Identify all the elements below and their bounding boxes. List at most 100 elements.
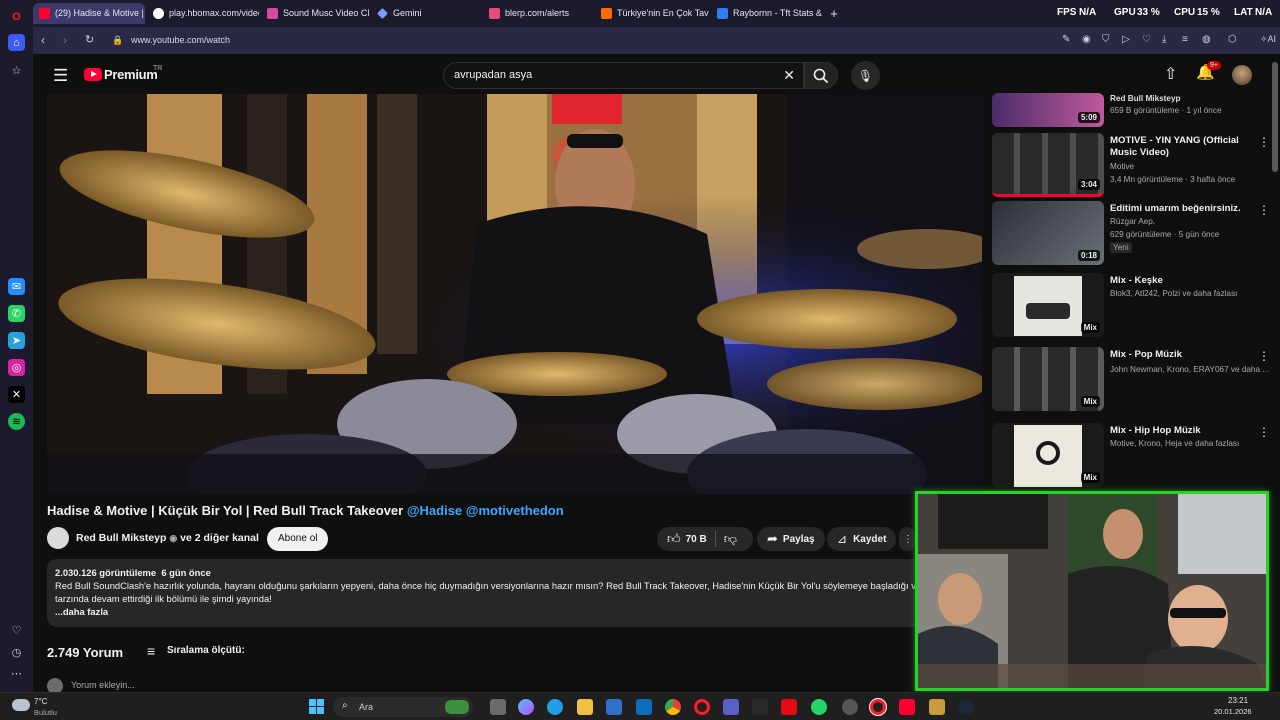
clock-time[interactable]: 23:21 bbox=[1228, 696, 1248, 705]
reco-item[interactable]: Mix Mix - Pop Müzik John Newman, Krono, … bbox=[992, 347, 1280, 413]
reco-channel[interactable]: Motive bbox=[1110, 162, 1134, 171]
reco-item[interactable]: Mix Mix - Hip Hop Müzik Motive, Krono, H… bbox=[992, 423, 1280, 489]
url-field[interactable]: www.youtube.com/watch bbox=[131, 35, 230, 45]
forward-icon[interactable]: › bbox=[63, 33, 67, 47]
tab-raybornn[interactable]: Raybornn - Tft Stats & Too bbox=[711, 3, 823, 24]
reco-channel[interactable]: Motive, Krono, Heja ve daha fazlası bbox=[1110, 439, 1239, 448]
netflix-icon[interactable] bbox=[781, 699, 797, 715]
channel-name[interactable]: Red Bull Miksteyp ◉ ve 2 diğer kanal bbox=[76, 532, 259, 544]
tab-blerp[interactable]: blerp.com/alerts bbox=[483, 3, 595, 24]
taskbar-search[interactable]: ⌕ Ara bbox=[333, 697, 473, 717]
tab-hbomax[interactable]: play.hbomax.com/video/w bbox=[147, 3, 259, 24]
tab-hepsiburada[interactable]: Türkiye'nin En Çok Tavsiye bbox=[595, 3, 709, 24]
reco-item[interactable]: Mix Mix - Keşke Blok3, Atl242, Polzi ve … bbox=[992, 273, 1280, 339]
instagram-icon[interactable]: ◎ bbox=[8, 359, 25, 376]
more-actions-button[interactable]: ⋮ bbox=[899, 527, 915, 551]
mention-motive[interactable]: @motivethedon bbox=[466, 503, 564, 518]
camera-icon[interactable]: ◉ bbox=[1082, 34, 1091, 45]
search-button[interactable] bbox=[804, 62, 838, 89]
opera-gx-icon[interactable] bbox=[869, 698, 887, 716]
shield-icon[interactable]: ⛉ bbox=[1102, 34, 1110, 45]
chrome-icon[interactable] bbox=[665, 699, 681, 715]
tab-gemini[interactable]: Gemini bbox=[371, 3, 481, 24]
mention-hadise[interactable]: @Hadise bbox=[407, 503, 462, 518]
star-icon[interactable]: ☆ bbox=[8, 62, 25, 79]
like-count[interactable]: 70 B bbox=[686, 534, 707, 545]
description-box[interactable]: 2.030.126 görüntüleme 6 gün önce Red Bul… bbox=[47, 559, 982, 627]
kebab-menu-icon[interactable]: ⋮ bbox=[1258, 135, 1270, 149]
start-button[interactable] bbox=[309, 699, 325, 715]
youtube-taskbar-icon[interactable] bbox=[899, 699, 915, 715]
messenger-icon[interactable]: ✉ bbox=[8, 278, 25, 295]
tab-youtube[interactable]: (29) Hadise & Motive | K bbox=[33, 3, 145, 24]
search-input[interactable]: avrupadan asya ✕ bbox=[443, 62, 804, 89]
hamburger-icon[interactable]: ☰ bbox=[53, 66, 68, 86]
file-explorer-icon[interactable] bbox=[577, 699, 593, 715]
reco-title[interactable]: Mix - Hip Hop Müzik bbox=[1110, 425, 1250, 437]
task-view-icon[interactable] bbox=[490, 699, 506, 715]
back-icon[interactable]: ‹ bbox=[41, 33, 45, 47]
x-icon[interactable]: ✕ bbox=[8, 386, 25, 403]
edge-icon[interactable] bbox=[547, 699, 563, 715]
reco-channel[interactable]: Rüzgar Aep. bbox=[1110, 217, 1155, 226]
tab-sound-music[interactable]: Sound Musc Video Clips - bbox=[261, 3, 369, 24]
voice-search-button[interactable]: 🎙 bbox=[851, 61, 880, 90]
clear-search-icon[interactable]: ✕ bbox=[783, 67, 795, 84]
history-icon[interactable]: ◷ bbox=[8, 644, 25, 661]
teams-icon[interactable] bbox=[723, 699, 739, 715]
more-icon[interactable]: ⋯ bbox=[8, 665, 25, 682]
video-player[interactable] bbox=[47, 94, 982, 494]
download-icon[interactable]: ⤓ bbox=[1162, 34, 1166, 45]
app-icon[interactable] bbox=[842, 699, 858, 715]
reco-item[interactable]: 0:18 Editimi umarım beğenirsiniz. Rüzgar… bbox=[992, 201, 1280, 267]
outlook-icon[interactable] bbox=[636, 699, 652, 715]
reco-title[interactable]: MOTIVE - YIN YANG (Official Music Video) bbox=[1110, 135, 1250, 159]
opera-icon[interactable] bbox=[694, 699, 710, 715]
clock-date[interactable]: 20.01.2026 bbox=[1214, 707, 1252, 716]
reco-thumbnail[interactable]: 3:04 bbox=[992, 133, 1104, 197]
share-button[interactable]: ➦ Paylaş bbox=[757, 527, 825, 551]
new-tab-button[interactable]: + bbox=[823, 3, 845, 24]
save-button[interactable]: ⊿ Kaydet bbox=[827, 527, 897, 551]
kebab-menu-icon[interactable]: ⋮ bbox=[1258, 425, 1270, 439]
telegram-icon[interactable]: ➤ bbox=[8, 332, 25, 349]
reco-item[interactable]: 3:04 MOTIVE - YIN YANG (Official Music V… bbox=[992, 133, 1280, 199]
heart-outline-icon[interactable]: ♡ bbox=[1142, 34, 1151, 45]
play-icon[interactable]: ▷ bbox=[1122, 34, 1130, 45]
weather-temp[interactable]: 7°C bbox=[34, 697, 47, 706]
menu-icon[interactable]: ≡ bbox=[1182, 34, 1188, 45]
upload-icon[interactable]: ⇧ bbox=[1164, 64, 1177, 84]
opera-logo-icon[interactable]: O bbox=[8, 8, 25, 25]
reco-title[interactable]: Editimi umarım beğenirsiniz. bbox=[1110, 203, 1250, 215]
sort-button[interactable]: Sıralama ölçütü: bbox=[167, 645, 245, 656]
cube-icon[interactable]: ⬡ bbox=[1228, 34, 1237, 45]
reco-thumbnail[interactable]: Mix bbox=[992, 347, 1104, 411]
reco-thumbnail[interactable]: 5:09 bbox=[992, 93, 1104, 127]
steam-icon[interactable] bbox=[958, 699, 974, 715]
thumbs-down-icon[interactable]: 👎︎ bbox=[724, 531, 737, 547]
reco-thumbnail[interactable]: Mix bbox=[992, 273, 1104, 337]
profile-icon[interactable]: ◍ bbox=[1202, 34, 1211, 45]
sort-icon[interactable]: ≡ bbox=[147, 643, 155, 659]
league-icon[interactable] bbox=[929, 699, 945, 715]
reload-icon[interactable]: ↻ bbox=[85, 33, 94, 46]
edit-icon[interactable]: ✎ bbox=[1062, 34, 1070, 45]
avatar[interactable] bbox=[1232, 65, 1252, 85]
comment-input[interactable]: Yorum ekleyin... bbox=[71, 680, 135, 690]
reco-channel[interactable]: Red Bull Miksteyp bbox=[1110, 94, 1181, 103]
youtube-logo-icon[interactable] bbox=[84, 68, 102, 81]
heart-icon[interactable]: ♡ bbox=[8, 622, 25, 639]
subscribe-button[interactable]: Abone ol bbox=[267, 527, 329, 551]
reco-channel[interactable]: John Newman, Krono, ERAY067 ve daha ... bbox=[1110, 365, 1269, 374]
whatsapp-taskbar-icon[interactable] bbox=[811, 699, 827, 715]
epic-games-icon[interactable] bbox=[752, 699, 768, 715]
page-scrollbar[interactable] bbox=[1272, 62, 1278, 172]
reco-thumbnail[interactable]: 0:18 bbox=[992, 201, 1104, 265]
reco-thumbnail[interactable]: Mix bbox=[992, 423, 1104, 487]
channel-avatar[interactable] bbox=[47, 527, 69, 549]
kebab-menu-icon[interactable]: ⋮ bbox=[1258, 203, 1270, 217]
thumbs-up-icon[interactable]: 👍︎ bbox=[667, 531, 681, 547]
kebab-menu-icon[interactable]: ⋮ bbox=[1258, 349, 1270, 363]
reco-title[interactable]: Mix - Keşke bbox=[1110, 275, 1250, 287]
reco-channel[interactable]: Blok3, Atl242, Polzi ve daha fazlası bbox=[1110, 289, 1237, 298]
